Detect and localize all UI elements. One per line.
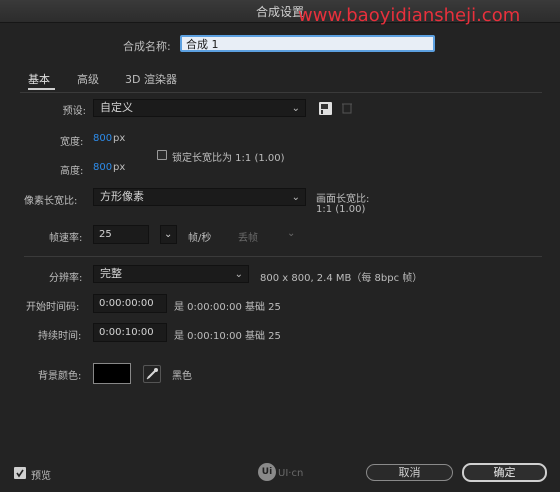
height-unit: px — [113, 162, 126, 173]
preset-label: 预设: — [62, 106, 86, 117]
frame-rate-dropdown[interactable]: ⌄ — [160, 225, 177, 244]
lock-aspect-checkbox[interactable] — [157, 150, 167, 160]
chevron-down-icon: ⌄ — [164, 229, 173, 240]
duration-info: 是 0:00:10:00 基础 25 — [174, 331, 281, 342]
start-timecode-info: 是 0:00:00:00 基础 25 — [174, 302, 281, 313]
lock-aspect-label: 锁定长宽比为 1:1 (1.00) — [172, 153, 285, 164]
frame-rate-unit: 帧/秒 — [188, 233, 212, 244]
footer-logo: UI·cn — [278, 468, 304, 479]
save-preset-icon[interactable] — [318, 101, 333, 116]
comp-name-input[interactable]: 合成 1 — [180, 35, 435, 52]
frame-rate-input[interactable]: 25 — [93, 225, 149, 244]
eyedropper-icon[interactable] — [143, 365, 161, 383]
cancel-button[interactable]: 取消 — [366, 464, 453, 481]
preset-value: 自定义 — [100, 101, 133, 114]
resolution-dropdown[interactable]: 完整 ⌄ — [93, 265, 249, 283]
width-unit: px — [113, 133, 126, 144]
duration-input[interactable]: 0:00:10:00 — [93, 323, 167, 342]
resolution-label: 分辨率: — [49, 273, 83, 284]
background-color-name: 黑色 — [172, 371, 192, 382]
drop-frame-dropdown[interactable]: 丢帧 — [238, 229, 258, 244]
start-timecode-label: 开始时间码: — [26, 302, 80, 313]
preview-checkbox[interactable] — [14, 467, 26, 479]
frame-rate-label: 帧速率: — [49, 233, 83, 244]
ok-button[interactable]: 确定 — [462, 463, 547, 482]
background-color-label: 背景颜色: — [38, 371, 82, 382]
tab-basic[interactable]: 基本 — [28, 71, 50, 87]
pixel-aspect-label: 像素长宽比: — [24, 196, 78, 207]
frame-aspect-value: 1:1 (1.00) — [316, 204, 366, 215]
tab-advanced[interactable]: 高级 — [77, 71, 99, 87]
tab-3d-renderer[interactable]: 3D 渲染器 — [125, 71, 177, 87]
preview-label: 预览 — [31, 471, 51, 482]
height-label: 高度: — [60, 166, 84, 177]
chevron-down-icon: ⌄ — [291, 103, 300, 114]
preset-dropdown[interactable]: 自定义 ⌄ — [93, 99, 306, 117]
active-tab-indicator — [28, 88, 55, 90]
height-value[interactable]: 800 — [93, 162, 112, 173]
frame-aspect-label: 画面长宽比: — [316, 194, 370, 205]
duration-label: 持续时间: — [38, 331, 82, 342]
resolution-value: 完整 — [100, 267, 122, 280]
start-timecode-input[interactable]: 0:00:00:00 — [93, 294, 167, 313]
width-label: 宽度: — [60, 137, 84, 148]
delete-preset-icon[interactable] — [341, 102, 353, 114]
comp-name-label: 合成名称: — [123, 40, 171, 53]
watermark: www.baoyidiansheji.com — [298, 5, 521, 26]
width-value[interactable]: 800 — [93, 133, 112, 144]
resolution-info: 800 x 800, 2.4 MB（每 8bpc 帧） — [260, 273, 423, 284]
tabs-divider — [20, 92, 542, 93]
pixel-aspect-dropdown[interactable]: 方形像素 ⌄ — [93, 188, 306, 206]
section-divider — [24, 256, 542, 257]
ui-cn-logo-icon: Ui — [258, 463, 276, 481]
chevron-down-icon: ⌄ — [291, 192, 300, 203]
chevron-down-icon: ⌄ — [234, 269, 243, 280]
background-color-swatch[interactable] — [93, 363, 131, 384]
chevron-down-icon: ⌄ — [287, 228, 296, 239]
pixel-aspect-value: 方形像素 — [100, 190, 144, 203]
